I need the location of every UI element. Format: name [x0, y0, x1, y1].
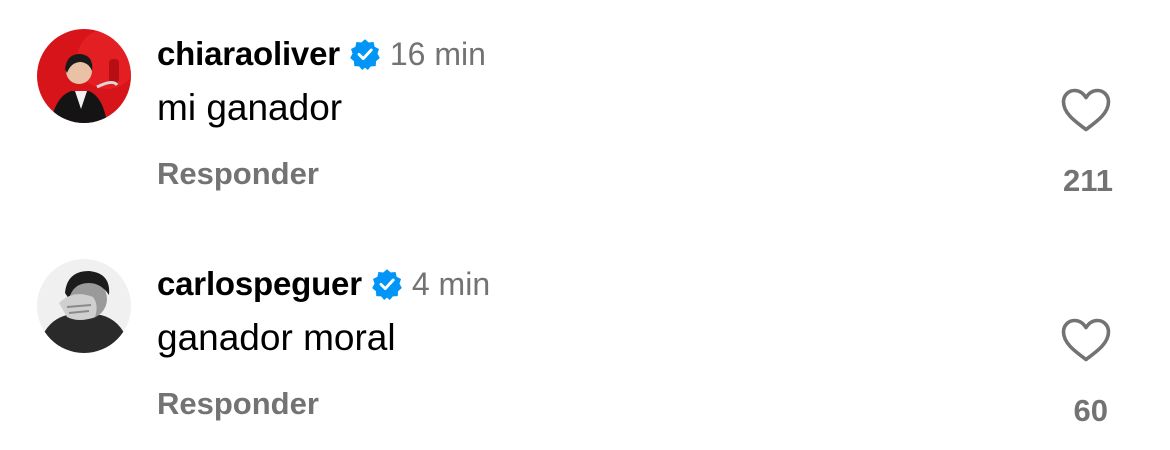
- avatar[interactable]: [37, 259, 131, 353]
- comment-text: ganador moral: [157, 317, 396, 358]
- like-count: 211: [1062, 163, 1113, 198]
- comment-time: 4 min: [411, 265, 491, 302]
- username[interactable]: carlospeguer: [157, 265, 362, 303]
- heart-outline-icon[interactable]: [1060, 317, 1112, 363]
- reply-button[interactable]: Responder: [157, 386, 319, 422]
- avatar-image: [37, 259, 131, 353]
- comment-time: 16 min: [389, 35, 486, 72]
- comment-header: chiaraoliver 16 min: [157, 34, 486, 74]
- comment-text: mi ganador: [157, 87, 343, 128]
- verified-badge-icon: [349, 38, 381, 70]
- like-count: 60: [1073, 393, 1108, 428]
- comment-item: carlospeguer 4 min ganador moral Respond…: [0, 230, 1170, 450]
- verified-badge-icon: [371, 268, 403, 300]
- comment-item: chiaraoliver 16 min mi ganador Responder…: [0, 0, 1170, 220]
- avatar[interactable]: [37, 29, 131, 123]
- username[interactable]: chiaraoliver: [157, 35, 340, 73]
- avatar-image: [37, 29, 131, 123]
- comment-header: carlospeguer 4 min: [157, 264, 490, 304]
- reply-button[interactable]: Responder: [157, 156, 319, 192]
- heart-outline-icon[interactable]: [1060, 87, 1112, 133]
